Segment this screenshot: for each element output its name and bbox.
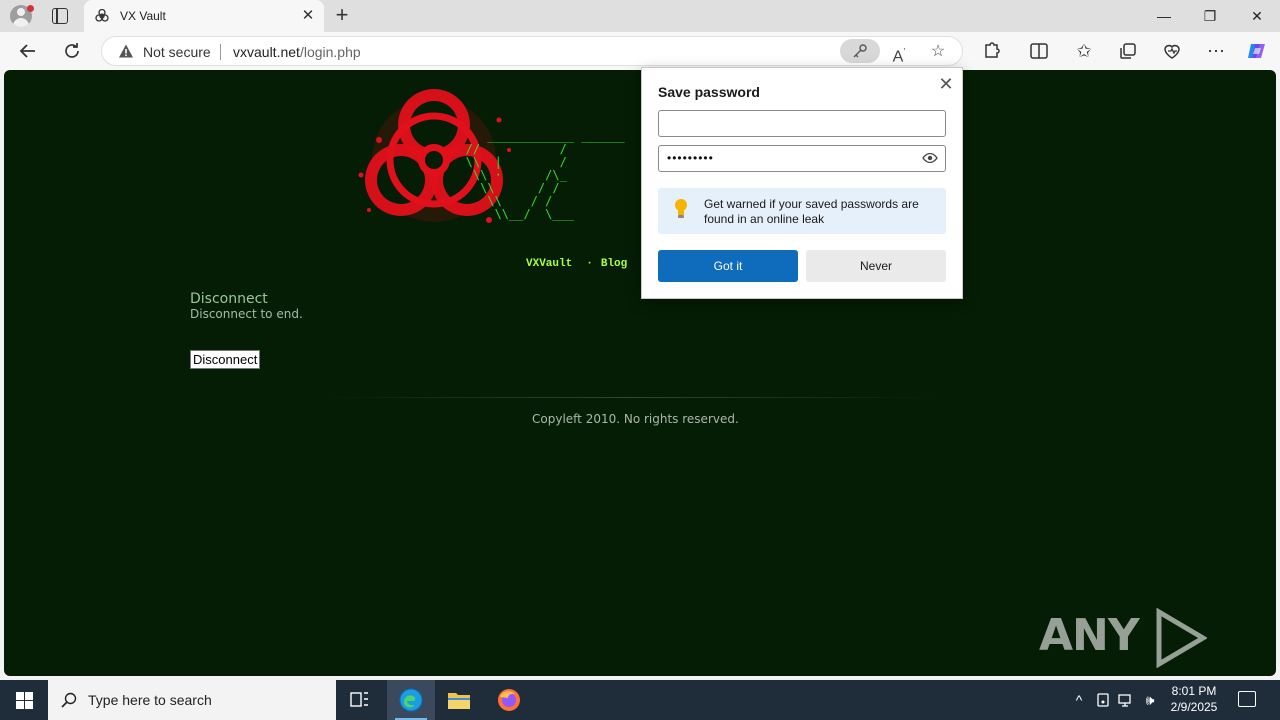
refresh-icon[interactable]	[61, 40, 83, 62]
task-view-icon	[350, 692, 368, 707]
warning-icon[interactable]	[118, 43, 134, 59]
tab-title: VX Vault	[120, 9, 166, 23]
footer-text: Copyleft 2010. No rights reserved.	[532, 412, 739, 426]
new-tab-button[interactable]: +	[331, 4, 353, 28]
network-icon[interactable]	[1117, 691, 1135, 709]
favorites-icon[interactable]: ✩	[1073, 40, 1095, 62]
back-icon[interactable]	[17, 40, 39, 62]
password-key-button[interactable]	[840, 39, 880, 63]
page-viewport: ____________ ______ // / \\ | / \\ · /\_…	[4, 70, 1276, 676]
anyrun-watermark: ANY RUN	[1039, 608, 1276, 676]
folder-icon	[448, 693, 470, 709]
system-clock[interactable]: 8:01 PM 2/9/2025	[1158, 683, 1230, 715]
close-icon[interactable]: ✕	[937, 75, 955, 93]
clock-time: 8:01 PM	[1171, 684, 1217, 698]
notification-icon[interactable]	[1238, 691, 1256, 707]
task-view-button[interactable]	[336, 680, 384, 720]
profile-notification-dot	[27, 5, 34, 12]
copilot-icon[interactable]	[1246, 40, 1268, 62]
username-field[interactable]	[658, 110, 946, 137]
edge-icon	[399, 688, 423, 712]
url-host: vxvault.net	[233, 44, 300, 60]
minimize-button[interactable]: —	[1141, 0, 1187, 32]
url-path: /login.php	[299, 44, 361, 60]
security-label[interactable]: Not secure	[143, 44, 211, 60]
windows-logo-icon	[25, 701, 33, 709]
never-button[interactable]: Never	[806, 250, 946, 282]
tab-actions-icon[interactable]	[52, 8, 68, 24]
biohazard-favicon-icon	[95, 9, 109, 22]
watermark-left-text: ANY	[1039, 610, 1140, 661]
section-subtitle: Disconnect to end.	[190, 307, 303, 321]
tip-text: Get warned if your saved passwords are f…	[704, 197, 919, 226]
browser-toolbar: Not secure vxvault.net/login.php Aʼ ☆ ✩ …	[0, 32, 1280, 70]
nav-separator: ·	[586, 258, 593, 270]
site-nav: VXVault·Blog·	[526, 258, 656, 270]
browser-essentials-icon[interactable]	[1161, 40, 1183, 62]
disconnect-button[interactable]: Disconnect	[190, 350, 261, 369]
nav-link-vxvault[interactable]: VXVault	[526, 258, 572, 270]
taskbar: Type here to search ^ 🕪 8:01 PM 2/9/2025	[0, 680, 1280, 720]
collections-icon[interactable]	[1117, 40, 1139, 62]
address-divider	[220, 44, 221, 60]
chevron-up-icon[interactable]: ^	[1070, 691, 1088, 709]
restore-button[interactable]: ❐	[1187, 0, 1233, 32]
password-field[interactable]: •••••••••	[658, 145, 946, 172]
start-button[interactable]	[0, 680, 48, 720]
dialog-title: Save password	[658, 84, 760, 100]
nav-link-blog[interactable]: Blog	[601, 258, 627, 270]
ascii-logo: ____________ ______ // / \\ | / \\ · /\_…	[465, 129, 625, 221]
got-it-button[interactable]: Got it	[658, 250, 798, 282]
search-placeholder: Type here to search	[88, 692, 212, 708]
firefox-icon	[498, 689, 520, 711]
browser-tab[interactable]: VX Vault ✕	[84, 0, 324, 32]
address-bar[interactable]: Not secure vxvault.net/login.php Aʼ ☆	[101, 36, 963, 66]
device-icon[interactable]	[1094, 691, 1112, 709]
password-value: •••••••••	[667, 151, 714, 165]
watermark-right-text: RUN	[1039, 668, 1143, 676]
tab-strip: VX Vault ✕ + — ❐ ✕	[0, 0, 1280, 32]
play-icon	[1156, 608, 1208, 668]
favorite-star-icon[interactable]: ☆	[927, 41, 949, 63]
windows-logo-icon	[16, 701, 24, 709]
key-icon	[853, 44, 867, 58]
clock-date: 2/9/2025	[1170, 700, 1218, 714]
search-icon	[61, 692, 77, 708]
tab-close-icon[interactable]: ✕	[300, 8, 316, 24]
read-aloud-icon[interactable]: Aʼ	[888, 41, 910, 65]
more-icon[interactable]: ⋯	[1205, 40, 1227, 62]
lightbulb-icon	[675, 199, 687, 218]
eye-icon[interactable]	[922, 153, 938, 163]
url-text[interactable]: vxvault.net/login.php	[233, 44, 361, 60]
leak-warning-tip: Get warned if your saved passwords are f…	[658, 188, 946, 234]
save-password-dialog: Save password ✕ ••••••••• Get warned if …	[641, 67, 963, 299]
footer-divider	[320, 397, 940, 398]
edge-taskbar-app[interactable]	[387, 680, 435, 720]
volume-icon[interactable]: 🕪	[1141, 691, 1159, 709]
extensions-icon[interactable]	[980, 40, 1002, 62]
taskbar-search[interactable]: Type here to search	[48, 680, 336, 720]
windows-logo-icon	[25, 692, 33, 700]
section-title: Disconnect	[190, 291, 268, 307]
close-window-button[interactable]: ✕	[1234, 0, 1280, 32]
file-explorer-taskbar-app[interactable]	[435, 680, 483, 720]
windows-logo-icon	[16, 692, 24, 700]
split-screen-icon[interactable]	[1028, 40, 1050, 62]
firefox-taskbar-app[interactable]	[485, 680, 533, 720]
